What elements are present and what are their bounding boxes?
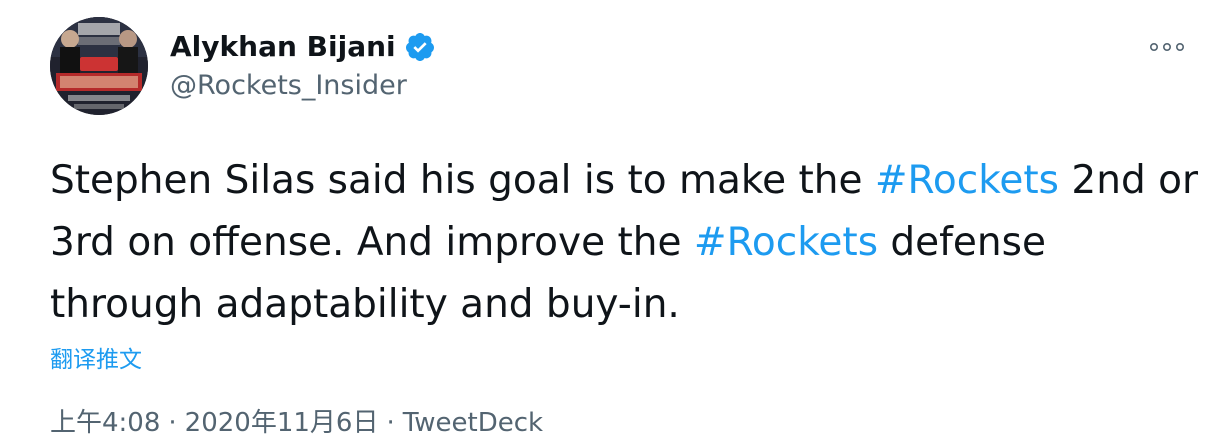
- meta-separator: ·: [386, 408, 395, 438]
- hashtag-link[interactable]: #Rockets: [875, 158, 1059, 203]
- avatar-image: [50, 17, 148, 115]
- tweet-time[interactable]: 上午4:08: [50, 408, 160, 438]
- author-handle[interactable]: @Rockets_Insider: [170, 70, 407, 101]
- tweet-card: Alykhan Bijani @Rockets_Insider Stephen …: [0, 0, 1226, 444]
- more-options-button[interactable]: [1148, 30, 1186, 60]
- author-avatar[interactable]: [50, 17, 148, 115]
- author-name-text: Alykhan Bijani: [170, 30, 396, 63]
- more-horizontal-icon: [1149, 36, 1184, 55]
- verified-badge-icon: [404, 31, 436, 63]
- tweet-date[interactable]: 2020年11月6日: [185, 408, 379, 438]
- translate-tweet-link[interactable]: 翻译推文: [50, 340, 142, 374]
- meta-separator: ·: [168, 408, 177, 438]
- tweet-source[interactable]: TweetDeck: [403, 408, 543, 438]
- tweet-text: Stephen Silas said his goal is to make t…: [50, 150, 1200, 336]
- tweet-text-segment: Stephen Silas said his goal is to make t…: [50, 158, 875, 203]
- author-display-name[interactable]: Alykhan Bijani: [170, 30, 436, 63]
- hashtag-link[interactable]: #Rockets: [694, 220, 878, 265]
- tweet-metadata: 上午4:08 · 2020年11月6日 · TweetDeck: [50, 402, 543, 439]
